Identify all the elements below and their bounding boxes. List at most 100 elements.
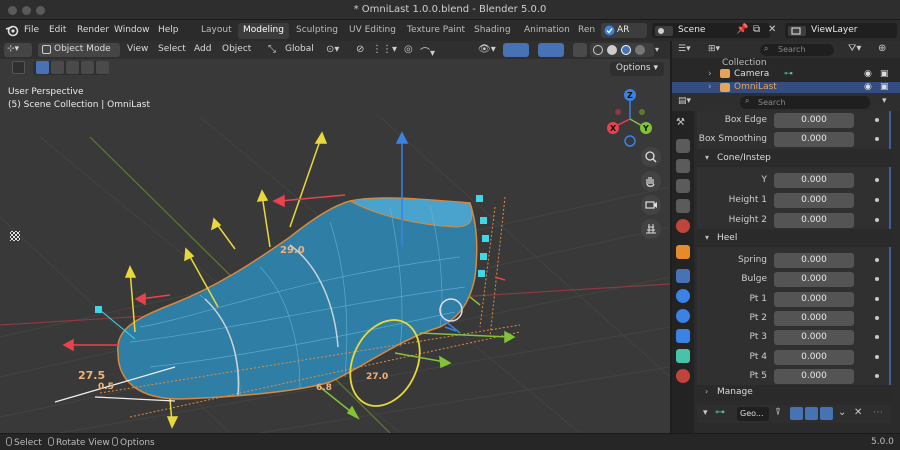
zoom-icon[interactable]	[641, 147, 661, 167]
outliner-row-omnilast[interactable]: › OmniLast ◉ ▣	[672, 82, 900, 93]
tab-animation[interactable]: Animation	[519, 23, 575, 39]
pin-icon[interactable]: 📌	[736, 24, 748, 35]
visibility-eye-icon[interactable]: ◉	[864, 69, 872, 79]
keyframe-dot-icon[interactable]	[875, 198, 879, 202]
menu-select[interactable]: Select	[155, 43, 189, 57]
section-cone-instep[interactable]: ▾ Cone/Instep	[697, 149, 891, 167]
tab-rendering[interactable]: Ren	[573, 23, 600, 39]
checker-icon[interactable]	[10, 231, 20, 241]
collapse-chevron-icon[interactable]: ▾	[703, 408, 708, 418]
cage-toggle-icon[interactable]	[790, 407, 803, 420]
delete-scene-icon[interactable]: ✕	[768, 24, 776, 35]
gizmo-toggle[interactable]	[503, 43, 529, 57]
editor-type-button[interactable]: ⊹▾	[4, 43, 32, 57]
snap-target-icon[interactable]: ⋮⋮▾	[372, 44, 397, 55]
camera-view-icon[interactable]	[641, 195, 661, 215]
scene-canvas[interactable]: 29.0 27.5 0.5 6.8 27.0	[0, 77, 670, 433]
keyframe-dot-icon[interactable]	[875, 137, 879, 141]
menu-edit[interactable]: Edit	[49, 25, 66, 35]
menu-window[interactable]: Window	[114, 25, 150, 35]
menu-file[interactable]: File	[24, 25, 39, 35]
perspective-toggle-icon[interactable]	[641, 219, 661, 239]
outliner-row-camera[interactable]: › Camera ⊶ ◉ ▣	[672, 69, 900, 82]
orientation-selector[interactable]: Global	[282, 43, 317, 57]
menu-help[interactable]: Help	[158, 25, 179, 35]
display-mode-icon[interactable]: ⊞▾	[708, 44, 720, 54]
wireframe-shading-icon[interactable]	[593, 45, 603, 55]
object-tab-icon[interactable]	[676, 245, 690, 259]
tool-tab-icon[interactable]: ⚒	[676, 117, 690, 131]
pan-hand-icon[interactable]	[641, 171, 661, 191]
render-tab-icon[interactable]	[676, 139, 690, 153]
snap-icon[interactable]: ⊘	[356, 44, 364, 55]
pivot-point-icon[interactable]: ⊙▾	[326, 44, 339, 55]
modifier-name-field[interactable]: Geo...	[737, 407, 769, 421]
select-subtract-icon[interactable]	[66, 61, 79, 74]
tab-shading[interactable]: Shading	[469, 23, 516, 39]
visibility-icon[interactable]: 👁▾	[478, 44, 496, 55]
prop-value-field[interactable]: 0.000	[774, 113, 854, 128]
keyframe-dot-icon[interactable]	[875, 178, 879, 182]
scene-tab-icon[interactable]	[676, 199, 690, 213]
drag-handle-icon[interactable]: ⋯	[873, 407, 883, 418]
select-extend-icon[interactable]	[51, 61, 64, 74]
rendered-shading-icon[interactable]	[635, 45, 645, 55]
material-shading-icon[interactable]	[621, 45, 631, 55]
remove-modifier-icon[interactable]: ✕	[854, 407, 862, 418]
prop-value-field[interactable]: 0.000	[774, 350, 854, 365]
keyframe-dot-icon[interactable]	[875, 374, 879, 378]
tab-layout[interactable]: Layout	[196, 23, 237, 39]
navigation-gizmo[interactable]: Z Y X	[600, 85, 660, 147]
viewport-3d[interactable]: ⊹▾ Object Mode View Select Add Object ⤡ …	[0, 41, 670, 433]
particles-tab-icon[interactable]	[676, 289, 690, 303]
prop-value-field[interactable]: 0.000	[774, 193, 854, 208]
prop-value-field[interactable]: 0.000	[774, 173, 854, 188]
output-tab-icon[interactable]	[676, 159, 690, 173]
prop-value-field[interactable]: 0.000	[774, 213, 854, 228]
section-heel[interactable]: ▾ Heel	[697, 229, 891, 247]
properties-options-icon[interactable]: ▾	[882, 96, 887, 106]
prop-value-field[interactable]: 0.000	[774, 272, 854, 287]
constraints-tab-icon[interactable]	[676, 329, 690, 343]
new-collection-icon[interactable]: ⊕	[878, 43, 886, 54]
view-layer-tab-icon[interactable]	[676, 179, 690, 193]
outliner-search-input[interactable]: Search	[760, 44, 834, 56]
prop-value-field[interactable]: 0.000	[774, 132, 854, 147]
menu-render[interactable]: Render	[77, 25, 109, 35]
falloff-icon[interactable]: ⌒▾	[420, 44, 435, 59]
prop-value-field[interactable]: 0.000	[774, 369, 854, 384]
render-camera-icon[interactable]: ▣	[880, 69, 889, 79]
viewport-toggle-icon[interactable]	[805, 407, 818, 420]
keyframe-dot-icon[interactable]	[875, 118, 879, 122]
tab-uv-editing[interactable]: UV Editing	[344, 23, 401, 39]
expand-chevron-icon[interactable]: ›	[708, 69, 712, 79]
keyframe-dot-icon[interactable]	[875, 277, 879, 281]
expand-chevron-icon[interactable]: ›	[708, 82, 712, 92]
select-new-icon[interactable]	[36, 61, 49, 74]
outliner-editor-type-icon[interactable]: ☰▾	[678, 44, 691, 54]
select-intersect-icon[interactable]	[96, 61, 109, 74]
solid-shading-icon[interactable]	[607, 45, 617, 55]
properties-search-input[interactable]: Search	[740, 96, 870, 109]
select-invert-icon[interactable]	[81, 61, 94, 74]
proportional-edit-icon[interactable]: ◎	[404, 44, 413, 55]
prop-value-field[interactable]: 0.000	[774, 311, 854, 326]
overlay-toggle[interactable]	[538, 43, 564, 57]
modifier-tab-icon[interactable]	[676, 269, 690, 283]
menu-view[interactable]: View	[124, 43, 151, 57]
tab-sculpting[interactable]: Sculpting	[291, 23, 343, 39]
tab-modeling[interactable]: Modeling	[238, 23, 289, 39]
xray-toggle[interactable]	[573, 43, 587, 57]
tab-texture-paint[interactable]: Texture Paint	[402, 23, 470, 39]
tool-select-icon[interactable]	[12, 61, 25, 74]
world-tab-icon[interactable]	[676, 219, 690, 233]
keyframe-dot-icon[interactable]	[875, 335, 879, 339]
prop-value-field[interactable]: 0.000	[774, 292, 854, 307]
blender-logo-icon[interactable]	[5, 24, 19, 37]
keyframe-dot-icon[interactable]	[875, 218, 879, 222]
prop-value-field[interactable]: 0.000	[774, 330, 854, 345]
section-manage[interactable]: › Manage	[697, 385, 891, 401]
edit-mode-toggle-icon[interactable]: ⍒	[775, 407, 781, 418]
data-tab-icon[interactable]	[676, 349, 690, 363]
render-toggle-icon[interactable]	[820, 407, 833, 420]
